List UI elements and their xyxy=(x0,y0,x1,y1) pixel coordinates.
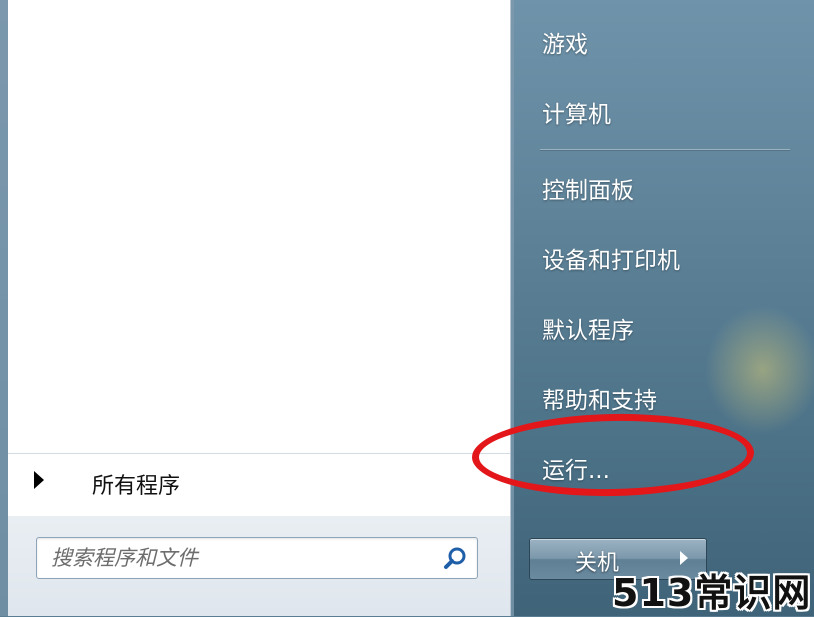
all-programs-item[interactable]: 所有程序 xyxy=(8,453,510,516)
menu-item-games[interactable]: 游戏 xyxy=(542,25,588,59)
menu-item-default-programs[interactable]: 默认程序 xyxy=(542,311,634,345)
menu-item-control-panel[interactable]: 控制面板 xyxy=(542,171,634,205)
search-box[interactable] xyxy=(36,537,478,579)
menu-item-help-support[interactable]: 帮助和支持 xyxy=(542,381,657,415)
menu-item-computer[interactable]: 计算机 xyxy=(542,95,611,129)
search-icon[interactable] xyxy=(443,545,469,571)
menu-separator xyxy=(540,149,790,150)
triangle-right-icon xyxy=(34,471,44,489)
menu-item-devices-printers[interactable]: 设备和打印机 xyxy=(542,241,680,275)
watermark: 513常识网 xyxy=(612,571,812,615)
recent-programs-list xyxy=(8,0,511,516)
left-pane: 所有程序 xyxy=(0,0,514,616)
glow-decoration xyxy=(700,300,814,440)
search-area xyxy=(8,516,511,616)
all-programs-label: 所有程序 xyxy=(92,474,181,499)
search-input[interactable] xyxy=(49,544,433,572)
